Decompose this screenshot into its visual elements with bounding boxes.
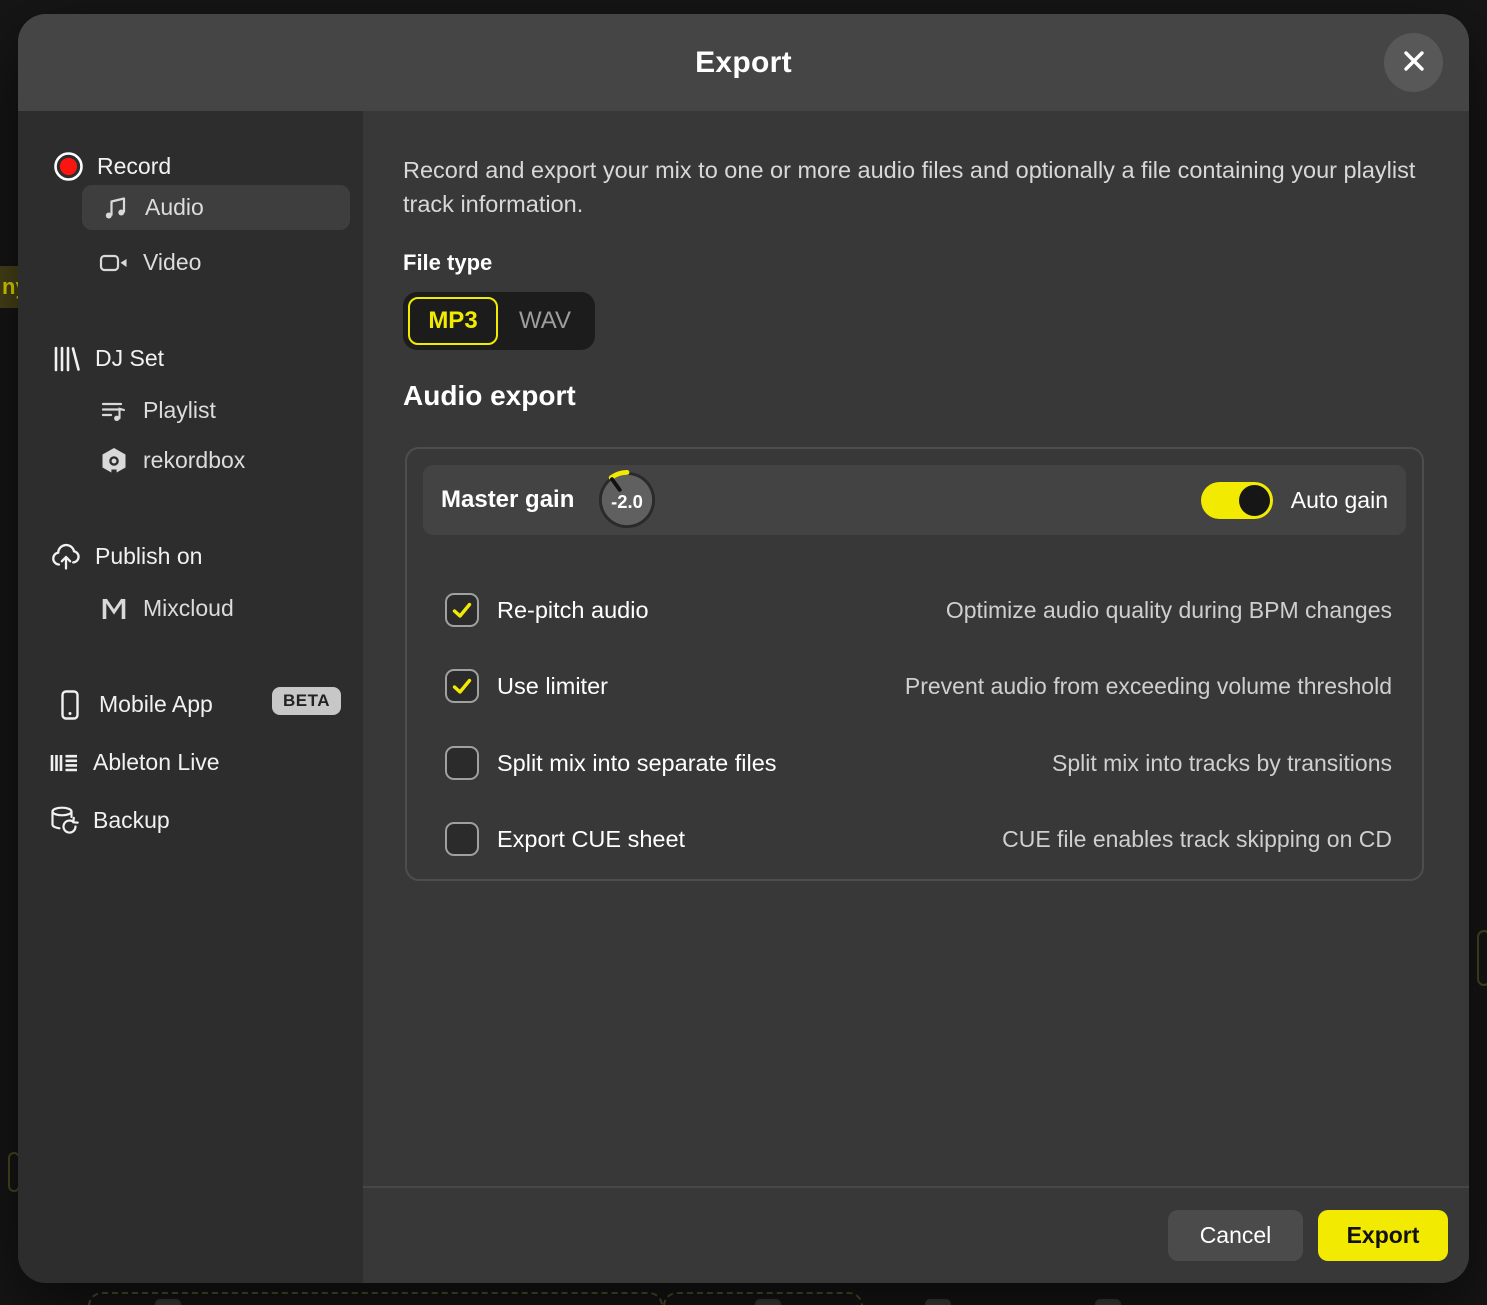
check-icon [455,605,470,617]
dialog-footer: Cancel Export [363,1186,1469,1283]
export-cue-checkbox[interactable] [445,822,479,856]
sidebar-item-label: Publish on [95,543,202,570]
export-button[interactable]: Export [1318,1210,1448,1261]
sidebar-item-ableton-live[interactable]: Ableton Live [48,740,220,785]
use-limiter-checkbox[interactable] [445,669,479,703]
sidebar-item-audio[interactable]: Audio [82,185,350,230]
sidebar-item-label: rekordbox [143,447,245,474]
sidebar-item-label: Audio [145,194,204,221]
export-description: Record and export your mix to one or mor… [403,153,1433,221]
option-description: Optimize audio quality during BPM change… [946,597,1392,624]
sidebar-item-label: Video [143,249,201,276]
rekordbox-icon [98,446,130,476]
sidebar-item-label: Backup [93,807,170,834]
option-label: Use limiter [497,673,608,700]
sidebar-item-mobile-app[interactable]: Mobile App [54,682,213,727]
record-icon [52,151,84,182]
sidebar-item-label: Mixcloud [143,595,234,622]
sidebar-item-label: Mobile App [99,691,213,718]
video-camera-icon [98,249,130,277]
sidebar-item-rekordbox[interactable]: rekordbox [98,438,245,483]
main-content: Record and export your mix to one or mor… [363,111,1469,1283]
cancel-button[interactable]: Cancel [1168,1210,1303,1261]
sidebar-item-label: DJ Set [95,345,164,372]
sidebar-item-playlist[interactable]: Playlist [98,388,216,433]
sidebar-item-backup[interactable]: Backup [48,798,170,843]
auto-gain-toggle[interactable] [1201,482,1273,519]
sidebar-item-mixcloud[interactable]: Mixcloud [98,586,234,631]
audio-export-panel: Master gain -2.0 [405,447,1424,881]
background-dot [1095,1299,1121,1305]
file-type-label: File type [403,250,492,276]
smartphone-icon [54,689,86,721]
background-dot [155,1299,181,1305]
check-icon [455,681,470,693]
file-type-option-mp3[interactable]: MP3 [408,297,498,345]
ableton-icon [48,750,80,776]
master-gain-value: -2.0 [612,491,644,512]
master-gain-knob[interactable]: -2.0 [596,469,658,531]
option-row-re-pitch: Re-pitch audio Optimize audio quality du… [445,587,1392,633]
background-dot [755,1299,781,1305]
sidebar-item-record[interactable]: Record [52,144,171,189]
sidebar-item-label: Record [97,153,171,180]
option-description: CUE file enables track skipping on CD [1002,826,1392,853]
master-gain-label: Master gain [441,486,574,514]
option-description: Split mix into tracks by transitions [1052,750,1392,777]
toggle-knob [1239,485,1270,516]
playlist-icon [98,397,130,425]
close-button[interactable] [1384,33,1443,92]
master-gain-row: Master gain -2.0 [423,465,1406,535]
cloud-upload-icon [50,542,82,572]
beta-badge: BETA [272,687,341,715]
split-mix-checkbox[interactable] [445,746,479,780]
sidebar-item-video[interactable]: Video [98,240,201,285]
option-label: Split mix into separate files [497,750,777,777]
mixcloud-icon [98,595,130,623]
music-note-icon [100,194,132,222]
sidebar-item-publish-on[interactable]: Publish on [50,534,202,579]
file-type-selector: MP3 WAV [403,292,595,350]
dialog-header: Export [18,14,1469,111]
background-outline [1477,930,1487,986]
close-icon [1399,46,1429,79]
dialog-title: Export [18,14,1469,111]
app-background: ny Export Record [0,0,1487,1305]
auto-gain-label: Auto gain [1291,487,1388,514]
sidebar-item-label: Playlist [143,397,216,424]
option-row-split-mix: Split mix into separate files Split mix … [445,740,1392,786]
sidebar-item-dj-set[interactable]: DJ Set [50,336,164,381]
option-row-use-limiter: Use limiter Prevent audio from exceeding… [445,663,1392,709]
option-description: Prevent audio from exceeding volume thre… [905,673,1392,700]
file-type-option-wav[interactable]: WAV [500,297,590,345]
sidebar: Record Audio Video DJ Set [18,111,363,1283]
backup-icon [48,805,80,837]
export-dialog: Export Record Audio [18,14,1469,1283]
option-label: Re-pitch audio [497,597,649,624]
option-label: Export CUE sheet [497,826,685,853]
library-icon [50,344,82,374]
audio-export-heading: Audio export [403,380,576,412]
re-pitch-checkbox[interactable] [445,593,479,627]
background-dot [925,1299,951,1305]
option-row-export-cue: Export CUE sheet CUE file enables track … [445,816,1392,862]
sidebar-item-label: Ableton Live [93,749,220,776]
